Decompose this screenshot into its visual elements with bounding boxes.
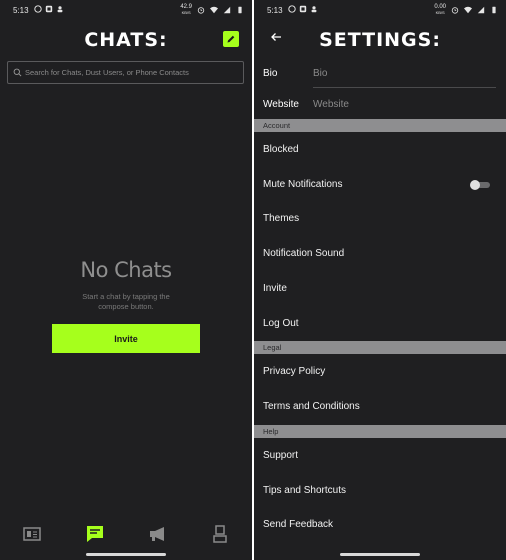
nav-news[interactable] xyxy=(20,522,44,546)
wifi-icon xyxy=(464,6,472,14)
setting-blocked[interactable]: Blocked xyxy=(254,133,506,167)
alarm-icon xyxy=(451,7,459,14)
app-notification-icon xyxy=(45,5,53,13)
website-label: Website xyxy=(263,99,299,110)
signal-icon xyxy=(223,6,231,14)
battery-icon xyxy=(238,6,242,14)
empty-state-subtitle: Start a chat by tapping the compose butt… xyxy=(82,292,170,311)
empty-state-title: No Chats xyxy=(80,258,172,282)
net-speed: 42.9 KB/S xyxy=(180,4,192,15)
setting-mute-notifications[interactable]: Mute Notifications xyxy=(254,168,506,202)
megaphone-icon xyxy=(150,527,164,541)
nav-chats[interactable] xyxy=(83,522,107,546)
nav-announcements[interactable] xyxy=(146,522,170,546)
news-icon xyxy=(23,527,41,541)
whatsapp-icon xyxy=(288,5,296,13)
website-field[interactable]: Website Website xyxy=(263,89,496,119)
setting-support[interactable]: Support xyxy=(254,439,506,473)
search-input[interactable] xyxy=(25,68,240,77)
mute-notifications-toggle[interactable] xyxy=(470,180,490,190)
battery-icon xyxy=(492,6,496,14)
app-notification-icon xyxy=(299,5,307,13)
net-speed: 0.00 KB/S xyxy=(434,4,446,15)
setting-privacy-policy[interactable]: Privacy Policy xyxy=(254,355,506,389)
section-header-legal: Legal xyxy=(254,341,506,354)
bottom-nav xyxy=(0,522,252,546)
invite-button[interactable]: Invite xyxy=(52,324,200,353)
setting-tips[interactable]: Tips and Shortcuts xyxy=(254,474,506,508)
whatsapp-icon xyxy=(34,5,42,13)
page-title: SETTINGS: xyxy=(319,29,441,51)
setting-invite[interactable]: Invite xyxy=(254,272,506,306)
nav-profile[interactable] xyxy=(208,522,232,546)
setting-terms[interactable]: Terms and Conditions xyxy=(254,390,506,424)
website-input[interactable]: Website xyxy=(313,99,349,110)
compose-button[interactable] xyxy=(223,31,239,47)
search-box[interactable] xyxy=(7,61,244,84)
section-header-help: Help xyxy=(254,425,506,438)
chats-screen: 5:13 42.9KB/S CHATS: No Chats Start a ch… xyxy=(0,0,252,560)
home-indicator[interactable] xyxy=(86,553,166,556)
chats-icon xyxy=(87,526,103,542)
bio-label: Bio xyxy=(263,68,278,79)
settings-screen: 5:13 0.00 KB/S SETTINGS: Bio Bio Website … xyxy=(254,0,506,560)
status-bar: 5:13 0.00 KB/S xyxy=(254,0,506,22)
search-icon xyxy=(13,68,22,77)
home-indicator[interactable] xyxy=(340,553,420,556)
setting-send-feedback[interactable]: Send Feedback xyxy=(254,508,506,542)
alarm-icon xyxy=(197,7,205,14)
setting-log-out[interactable]: Log Out xyxy=(254,307,506,341)
setting-notification-sound[interactable]: Notification Sound xyxy=(254,237,506,271)
setting-themes[interactable]: Themes xyxy=(254,202,506,236)
setting-label: Mute Notifications xyxy=(263,179,343,190)
status-bar: 5:13 42.9 KB/S xyxy=(0,0,252,22)
bio-input[interactable]: Bio xyxy=(313,68,327,79)
status-time: 5:13 xyxy=(267,6,283,15)
status-time: 5:13 xyxy=(13,6,29,15)
page-title: CHATS: xyxy=(84,29,168,51)
section-header-account: Account xyxy=(254,119,506,132)
wifi-icon xyxy=(210,6,218,14)
bio-field[interactable]: Bio Bio xyxy=(263,58,496,88)
person-icon xyxy=(311,6,317,13)
person-icon xyxy=(57,6,63,13)
signal-icon xyxy=(477,6,485,14)
profile-icon xyxy=(213,525,227,543)
pencil-icon xyxy=(227,35,235,43)
